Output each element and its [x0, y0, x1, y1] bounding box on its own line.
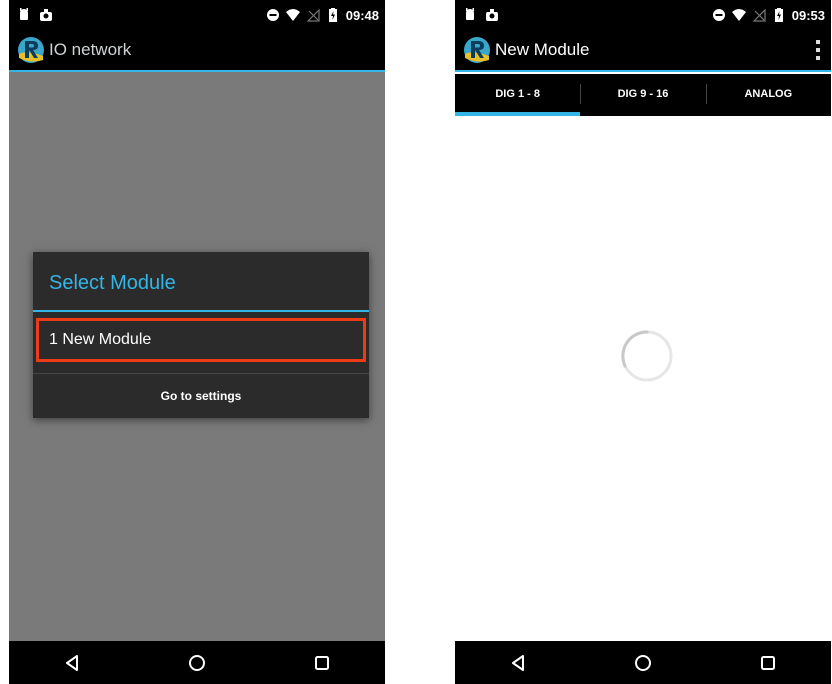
minus-circle-icon	[266, 9, 279, 21]
dialog-title: Select Module	[49, 272, 176, 294]
android-icon	[20, 8, 28, 20]
signal-icon	[306, 8, 320, 22]
battery-icon	[774, 8, 783, 22]
home-button[interactable]	[623, 648, 663, 678]
notification-icon	[486, 9, 498, 21]
module-list-item[interactable]: 1 New Module	[36, 318, 366, 362]
recents-button[interactable]	[302, 648, 342, 678]
status-time: 09:48	[345, 7, 379, 23]
wifi-icon	[731, 9, 746, 21]
tab-dig-9-16[interactable]: DIG 9 - 16	[580, 74, 705, 116]
home-icon	[188, 654, 205, 671]
recents-icon	[315, 655, 330, 670]
tab-analog[interactable]: ANALOG	[705, 74, 831, 116]
overflow-menu-icon[interactable]	[815, 40, 821, 60]
loading-spinner-icon	[621, 330, 673, 382]
home-button[interactable]	[177, 648, 217, 678]
go-to-settings-button[interactable]: Go to settings	[33, 374, 369, 418]
minus-circle-icon	[712, 9, 725, 21]
back-icon	[65, 654, 78, 671]
back-button[interactable]	[498, 648, 538, 678]
r-logo-icon	[464, 37, 490, 63]
tab-dig-1-8[interactable]: DIG 1 - 8	[455, 74, 581, 116]
navigation-bar	[9, 641, 385, 684]
wifi-icon	[285, 9, 300, 21]
recents-icon	[761, 655, 776, 670]
action-bar: IO network	[9, 30, 385, 72]
back-button[interactable]	[52, 648, 92, 678]
dialog-title-divider	[33, 310, 369, 312]
recents-button[interactable]	[748, 648, 788, 678]
status-time: 09:53	[791, 7, 825, 23]
action-bar: New Module	[455, 30, 831, 72]
select-module-dialog: Select Module 1 New Module Go to setting…	[33, 252, 369, 418]
notification-icon	[40, 9, 52, 21]
phone-screen-left: 09:48 IO network Select Module 1 New Mod…	[9, 0, 385, 684]
status-bar: 09:53	[455, 0, 831, 30]
app-title: IO network	[49, 40, 132, 59]
action-bar-divider	[455, 70, 831, 72]
back-icon	[511, 654, 524, 671]
battery-icon	[328, 8, 337, 22]
status-bar: 09:48	[9, 0, 385, 30]
r-logo-icon	[18, 37, 44, 63]
navigation-bar	[455, 641, 831, 684]
home-icon	[634, 654, 651, 671]
signal-icon	[752, 8, 766, 22]
phone-screen-right: 09:53 New Module DIG 1 - 8 DIG 9 - 16 AN…	[455, 0, 831, 684]
app-title: New Module	[495, 40, 590, 59]
android-icon	[466, 8, 474, 20]
tab-bar: DIG 1 - 8 DIG 9 - 16 ANALOG	[455, 74, 831, 116]
action-bar-divider	[9, 70, 385, 72]
